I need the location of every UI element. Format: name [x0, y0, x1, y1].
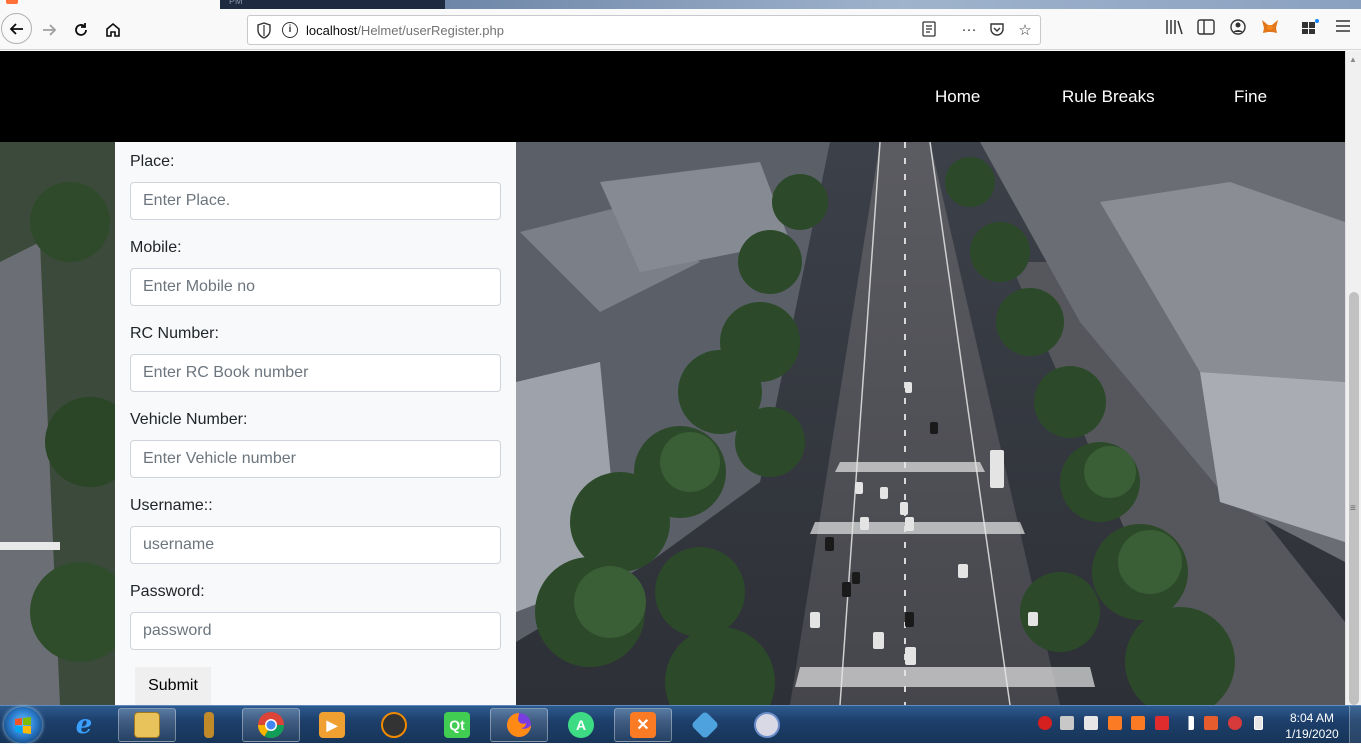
app-tray-icon[interactable]	[1204, 716, 1218, 730]
url-text[interactable]: localhost/Helmet/userRegister.php	[306, 23, 504, 38]
recorder-tray-icon[interactable]	[1155, 716, 1169, 730]
usb-tool-taskbar-icon[interactable]	[180, 708, 238, 742]
clock-date: 1/19/2020	[1285, 727, 1339, 741]
firefox-taskbar-icon[interactable]	[490, 708, 548, 742]
sidebar-icon[interactable]	[1196, 19, 1216, 39]
xampp-tray-icon-2[interactable]	[1131, 716, 1145, 730]
library-icon[interactable]	[1164, 19, 1184, 39]
site-info-icon[interactable]: i	[282, 22, 298, 38]
rc-number-label: RC Number:	[130, 325, 219, 342]
active-tab[interactable]	[0, 0, 220, 9]
page-scrollbar[interactable]: ▲ ≡	[1345, 51, 1361, 705]
register-form: Place: Mobile: RC Number: Vehicle Number…	[115, 142, 516, 705]
android-studio-taskbar-icon[interactable]: A	[552, 708, 610, 742]
media-player-taskbar-icon[interactable]: ▶	[303, 708, 361, 742]
mobile-input[interactable]	[130, 268, 501, 306]
web-page: Home Rule Breaks Fine Place: Enter Place…	[0, 51, 1345, 705]
battery-icon[interactable]	[1254, 716, 1263, 730]
internet-explorer-taskbar-icon[interactable]: e	[55, 708, 113, 742]
virtualbox-taskbar-icon[interactable]	[676, 708, 734, 742]
url-bar[interactable]: i localhost/Helmet/userRegister.php ··· …	[247, 15, 1041, 45]
account-icon[interactable]	[1228, 19, 1248, 39]
nav-link-rule-breaks[interactable]: Rule Breaks	[1062, 87, 1155, 107]
taskbar-clock[interactable]: 8:04 AM 1/19/2020	[1282, 710, 1342, 742]
windows-taskbar: e ▶ Qt A ✕ 8:04 AM 1/19/2020	[0, 705, 1361, 744]
windows-logo-icon	[15, 717, 31, 734]
password-label: Password:	[130, 583, 205, 600]
volume-icon[interactable]	[1084, 716, 1098, 730]
submit-button[interactable]: Submit	[135, 667, 211, 705]
tab-strip-background	[445, 0, 1361, 9]
mobile-label: Mobile:	[130, 239, 182, 256]
chrome-taskbar-icon[interactable]	[242, 708, 300, 742]
paint-taskbar-icon[interactable]	[738, 708, 796, 742]
clock-time: 8:04 AM	[1289, 711, 1335, 725]
home-icon[interactable]	[98, 15, 128, 45]
scrollbar-grip-icon: ≡	[1350, 503, 1356, 514]
username-input[interactable]	[130, 526, 501, 564]
metamask-fox-icon[interactable]	[1260, 19, 1280, 39]
browser-toolbar: i localhost/Helmet/userRegister.php ··· …	[0, 9, 1361, 50]
hamburger-menu-icon[interactable]	[1333, 19, 1353, 39]
nav-link-fine[interactable]: Fine	[1234, 87, 1267, 107]
reader-view-icon[interactable]	[919, 21, 939, 41]
nav-link-home[interactable]: Home	[935, 87, 980, 107]
vehicle-number-label: Vehicle Number:	[130, 411, 248, 428]
xampp-tray-icon[interactable]	[1108, 716, 1122, 730]
vehicle-number-input[interactable]	[130, 440, 501, 478]
qt-creator-taskbar-icon[interactable]: Qt	[428, 708, 486, 742]
extensions-icon[interactable]	[1300, 19, 1320, 39]
place-label: Place:	[130, 153, 175, 170]
file-explorer-taskbar-icon[interactable]	[118, 708, 176, 742]
security-alert-icon[interactable]	[1038, 716, 1052, 730]
notification-tray-icon[interactable]	[1228, 716, 1242, 730]
place-input[interactable]	[130, 182, 501, 220]
bookmark-star-icon[interactable]: ☆	[1015, 21, 1035, 41]
site-navbar: Home Rule Breaks Fine	[0, 51, 1345, 142]
rc-number-input[interactable]	[130, 354, 501, 392]
username-label: Username::	[130, 497, 213, 514]
pocket-icon[interactable]	[987, 21, 1007, 41]
back-arrow-icon[interactable]	[1, 13, 32, 44]
tab-favicon-icon	[6, 0, 18, 4]
page-actions-icon[interactable]: ···	[959, 21, 979, 41]
show-desktop-button[interactable]	[1349, 706, 1361, 744]
scroll-up-arrow-icon[interactable]: ▲	[1349, 55, 1357, 64]
tab-strip: PM	[0, 0, 1361, 9]
reload-icon[interactable]	[66, 15, 96, 45]
password-input[interactable]	[130, 612, 501, 650]
inactive-tab-title: PM	[229, 0, 243, 6]
start-button[interactable]	[4, 707, 42, 743]
vlc-like-taskbar-icon[interactable]	[365, 708, 423, 742]
system-tray	[1034, 714, 1274, 736]
forward-arrow-icon[interactable]	[34, 15, 64, 45]
xampp-taskbar-icon[interactable]: ✕	[614, 708, 672, 742]
tracking-shield-icon[interactable]	[256, 22, 272, 39]
scrollbar-thumb[interactable]	[1349, 292, 1359, 705]
inactive-tab[interactable]	[220, 0, 445, 9]
action-center-icon[interactable]	[1060, 716, 1074, 730]
network-signal-icon[interactable]	[1180, 716, 1194, 730]
